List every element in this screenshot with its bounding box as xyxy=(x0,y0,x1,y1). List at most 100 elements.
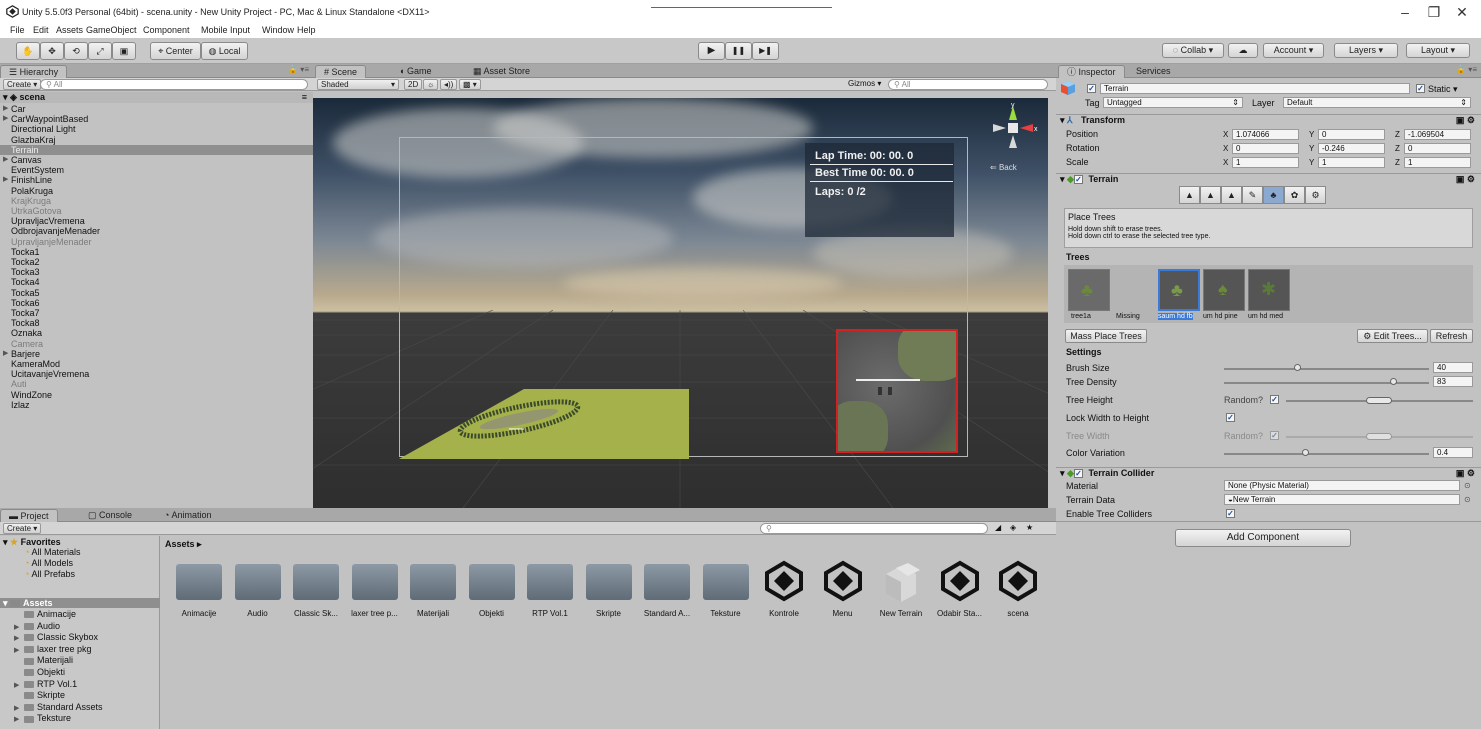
hierarchy-item[interactable]: EventSystem xyxy=(0,165,313,175)
tab-hierarchy[interactable]: ☰ Hierarchy xyxy=(0,65,68,78)
rect-tool-button[interactable]: ▣ xyxy=(112,42,136,60)
brush-size-input[interactable]: 40 xyxy=(1433,362,1473,373)
expand-arrow-icon[interactable]: ▶ xyxy=(3,175,8,185)
hierarchy-item[interactable]: ▶ Canvas xyxy=(0,155,313,165)
hierarchy-item[interactable]: Tocka1 xyxy=(0,247,313,257)
asset-item[interactable]: scena xyxy=(989,560,1047,630)
rotation-x-input[interactable]: 0 xyxy=(1232,143,1299,154)
random-height-checkbox[interactable]: ✓ xyxy=(1270,395,1279,404)
pivot-center-button[interactable]: ⌖ Center xyxy=(150,42,201,60)
lock-width-checkbox[interactable]: ✓ xyxy=(1226,413,1235,422)
asset-item[interactable]: Odabir Sta... xyxy=(931,560,989,630)
asset-tree-item[interactable]: ▶ RTP Vol.1 xyxy=(0,679,160,689)
scene-search-input[interactable]: ⚲ All xyxy=(888,79,1048,90)
color-variation-input[interactable]: 0.4 xyxy=(1433,447,1473,458)
2d-toggle[interactable]: 2D xyxy=(404,79,423,90)
layers-dropdown[interactable]: Layers ▾ xyxy=(1334,43,1398,58)
terrain-collider-header[interactable]: ▾ ◆✓ Terrain Collider ▣ ⚙ xyxy=(1056,467,1481,479)
hierarchy-item[interactable]: UpravljanjeMenader xyxy=(0,237,313,247)
lighting-toggle-icon[interactable]: ☼ xyxy=(423,79,439,90)
scale-y-input[interactable]: 1 xyxy=(1318,157,1385,168)
tree-thumbnail-selected[interactable]: ♣ xyxy=(1158,269,1200,311)
menu-window[interactable]: Window xyxy=(262,25,294,35)
hierarchy-item[interactable]: KrajKruga xyxy=(0,196,313,206)
terrain-enabled-checkbox[interactable]: ✓ xyxy=(1073,175,1083,185)
object-picker-icon[interactable]: ⊙ xyxy=(1464,481,1471,490)
hierarchy-item[interactable]: PolaKruga xyxy=(0,186,313,196)
tab-scene[interactable]: # Scene xyxy=(315,65,367,78)
breadcrumb[interactable]: Assets ▸ xyxy=(165,539,202,550)
hierarchy-item[interactable]: Tocka5 xyxy=(0,288,313,298)
hierarchy-item[interactable]: ▶ Barjere xyxy=(0,349,313,359)
menu-file[interactable]: File xyxy=(10,25,25,35)
scale-x-input[interactable]: 1 xyxy=(1232,157,1299,168)
filter-label-icon[interactable]: ◈ xyxy=(1010,523,1016,532)
asset-tree-item[interactable]: Materijali xyxy=(0,655,160,665)
rotate-tool-button[interactable]: ⟲ xyxy=(64,42,88,60)
account-button[interactable]: Account ▾ xyxy=(1263,43,1324,58)
component-settings-icon[interactable]: ▣ ⚙ xyxy=(1456,115,1475,126)
expand-arrow-icon[interactable]: ▶ xyxy=(3,104,8,114)
static-checkbox[interactable]: ✓ xyxy=(1416,84,1425,93)
tab-asset-store[interactable]: ▦ Asset Store xyxy=(465,65,538,78)
hierarchy-item[interactable]: UpravljacVremena xyxy=(0,216,313,226)
hierarchy-item[interactable]: ▶ Car xyxy=(0,104,313,114)
project-search-input[interactable]: ⚲ xyxy=(760,523,988,534)
hand-tool-button[interactable]: ✋ xyxy=(16,42,40,60)
object-picker-icon[interactable]: ⊙ xyxy=(1464,495,1471,504)
hierarchy-item[interactable]: Izlaz xyxy=(0,400,313,410)
asset-tree-item[interactable]: ▶ laxer tree pkg xyxy=(0,644,160,654)
asset-item[interactable]: Objekti xyxy=(463,560,521,630)
shading-mode-dropdown[interactable]: Shaded ▾ xyxy=(317,79,399,90)
close-button[interactable]: ✕ xyxy=(1452,4,1472,20)
terrain-plane[interactable] xyxy=(399,389,689,459)
mass-place-trees-button[interactable]: Mass Place Trees xyxy=(1065,329,1147,343)
lock-icon[interactable]: 🔒 ▾≡ xyxy=(1456,65,1477,74)
hierarchy-item[interactable]: WindZone xyxy=(0,390,313,400)
favorites-row[interactable]: ▾ ★ Favorites xyxy=(0,537,160,547)
menu-help[interactable]: Help xyxy=(297,25,316,35)
position-x-input[interactable]: 1.074066 xyxy=(1232,129,1299,140)
layer-dropdown[interactable]: Default ⇕ xyxy=(1283,97,1471,108)
menu-component[interactable]: Component xyxy=(143,25,190,35)
lock-icon[interactable]: 🔒 ▾≡ xyxy=(288,65,309,74)
paint-texture-tool-icon[interactable]: ✎ xyxy=(1242,186,1263,204)
favorite-item[interactable]: ◔ All Materials xyxy=(0,547,160,557)
pivot-local-button[interactable]: ◍ Local xyxy=(201,42,248,60)
hierarchy-item[interactable]: Directional Light xyxy=(0,124,313,134)
static-dropdown[interactable]: Static ▾ xyxy=(1428,84,1458,95)
hierarchy-item[interactable]: Tocka7 xyxy=(0,308,313,318)
pause-button[interactable]: ❚❚ xyxy=(725,42,752,60)
asset-tree-item[interactable]: Skripte xyxy=(0,690,160,700)
asset-item[interactable]: Audio xyxy=(229,560,287,630)
tree-thumbnail[interactable]: ✱ xyxy=(1248,269,1290,311)
tab-inspector[interactable]: ⓘ Inspector xyxy=(1058,65,1125,78)
hierarchy-item[interactable]: Terrain xyxy=(0,144,313,155)
collider-enabled-checkbox[interactable]: ✓ xyxy=(1073,469,1083,479)
place-trees-tool-icon[interactable]: ♣ xyxy=(1263,186,1284,204)
menu-edit[interactable]: Edit xyxy=(33,25,49,35)
brush-size-slider-handle[interactable] xyxy=(1293,364,1301,371)
filter-type-icon[interactable]: ◢ xyxy=(995,523,1001,532)
object-name-input[interactable]: Terrain xyxy=(1100,83,1410,94)
asset-item[interactable]: Animacije xyxy=(170,560,228,630)
hierarchy-item[interactable]: Auti xyxy=(0,379,313,389)
asset-item[interactable]: New Terrain xyxy=(872,560,930,630)
rotation-y-input[interactable]: -0.246 xyxy=(1318,143,1385,154)
material-field[interactable]: None (Physic Material) xyxy=(1224,480,1460,491)
position-z-input[interactable]: -1.069504 xyxy=(1404,129,1471,140)
favorite-item[interactable]: ◔ All Prefabs xyxy=(0,569,160,579)
scale-z-input[interactable]: 1 xyxy=(1404,157,1471,168)
asset-item[interactable]: RTP Vol.1 xyxy=(521,560,579,630)
tab-services[interactable]: Services xyxy=(1128,65,1179,78)
position-y-input[interactable]: 0 xyxy=(1318,129,1385,140)
project-create-button[interactable]: Create ▾ xyxy=(3,523,42,534)
hierarchy-item[interactable]: Camera xyxy=(0,339,313,349)
add-component-button[interactable]: Add Component xyxy=(1175,529,1351,547)
paint-height-tool-icon[interactable]: ▲ xyxy=(1200,186,1221,204)
minimize-button[interactable]: – xyxy=(1395,4,1415,20)
color-variation-slider-handle[interactable] xyxy=(1302,449,1309,456)
layout-dropdown[interactable]: Layout ▾ xyxy=(1406,43,1470,58)
favorite-item[interactable]: ◔ All Models xyxy=(0,558,160,568)
play-button[interactable]: ▶ xyxy=(698,42,725,60)
